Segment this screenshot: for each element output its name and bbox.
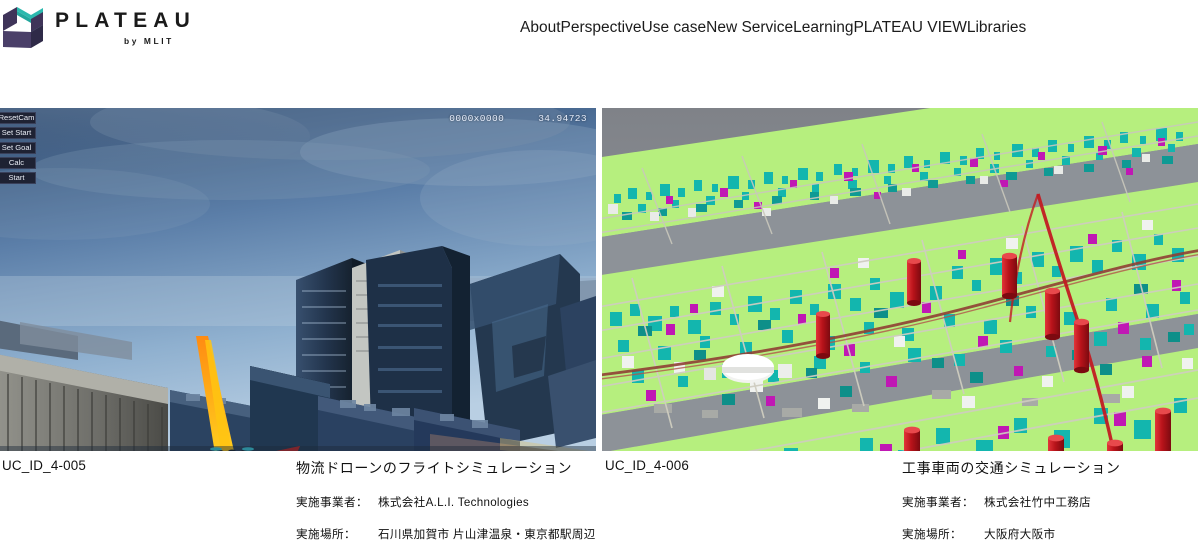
resolution-readout: 0000x0000: [449, 113, 505, 124]
set-start-button[interactable]: Set Start: [0, 127, 36, 139]
caption-body: 工事車両の交通シミュレーション 実施事業者： 株式会社竹中工務店 実施場所： 大…: [902, 458, 1120, 542]
simulation-controls: ResetCam Set Start Set Goal Calc Start: [0, 112, 36, 184]
meta-row-operator: 実施事業者： 株式会社A.L.I. Technologies: [296, 494, 596, 510]
value-readout: 34.94723: [538, 113, 587, 124]
nav-item-perspective[interactable]: Perspective: [561, 20, 642, 36]
nav-item-plateau-view[interactable]: PLATEAU VIEW: [853, 20, 966, 36]
start-button[interactable]: Start: [0, 172, 36, 184]
logo-wordmark: PLATEAU by MLIT: [55, 10, 196, 45]
meta-row-operator: 実施事業者： 株式会社竹中工務店: [902, 494, 1120, 510]
meta-value: 株式会社A.L.I. Technologies: [378, 496, 530, 509]
meta-label: 実施事業者：: [296, 496, 368, 509]
logo-name: PLATEAU: [55, 9, 197, 33]
use-case-id: UC_ID_4-005: [2, 458, 87, 473]
plateau-logo-icon: [3, 7, 43, 48]
calc-button[interactable]: Calc: [0, 157, 36, 169]
nav-item-about[interactable]: About: [520, 20, 561, 36]
brand-logo[interactable]: PLATEAU by MLIT: [2, 5, 196, 51]
use-case-card: UC_ID_4-006 工事車両の交通シミュレーション 実施事業者： 株式会社竹…: [602, 108, 1198, 546]
reset-cam-button[interactable]: ResetCam: [0, 112, 36, 124]
traffic-simulation-scene: [602, 108, 1198, 451]
drone-simulation-thumbnail[interactable]: ResetCam Set Start Set Goal Calc Start 0…: [0, 108, 596, 451]
logo-subtitle: by MLIT: [124, 36, 174, 47]
set-goal-button[interactable]: Set Goal: [0, 142, 36, 154]
use-case-card: ResetCam Set Start Set Goal Calc Start 0…: [0, 108, 596, 546]
nav-item-libraries[interactable]: Libraries: [967, 20, 1026, 36]
meta-label: 実施事業者：: [902, 496, 974, 509]
meta-value: 株式会社竹中工務店: [984, 496, 1092, 509]
nav-item-use-case[interactable]: Use case: [642, 20, 707, 36]
use-case-id: UC_ID_4-006: [605, 458, 690, 473]
traffic-simulation-thumbnail[interactable]: [602, 108, 1198, 451]
nav-item-learning[interactable]: Learning: [793, 20, 853, 36]
use-case-grid: ResetCam Set Start Set Goal Calc Start 0…: [0, 108, 1200, 546]
drone-simulation-scene: [0, 108, 596, 451]
simulation-readout: 0000x0000 34.94723: [449, 113, 587, 124]
use-case-title: 工事車両の交通シミュレーション: [902, 460, 1121, 476]
card-caption: UC_ID_4-006 工事車両の交通シミュレーション 実施事業者： 株式会社竹…: [602, 458, 1198, 546]
site-header: PLATEAU by MLIT About Perspective Use ca…: [0, 0, 1200, 56]
main-navigation: About Perspective Use case New Service L…: [520, 0, 1026, 56]
nav-item-new-service[interactable]: New Service: [706, 20, 793, 36]
card-caption: UC_ID_4-005 物流ドローンのフライトシミュレーション 実施事業者： 株…: [0, 458, 596, 546]
use-case-title: 物流ドローンのフライトシミュレーション: [296, 460, 573, 476]
caption-body: 物流ドローンのフライトシミュレーション 実施事業者： 株式会社A.L.I. Te…: [296, 458, 596, 542]
